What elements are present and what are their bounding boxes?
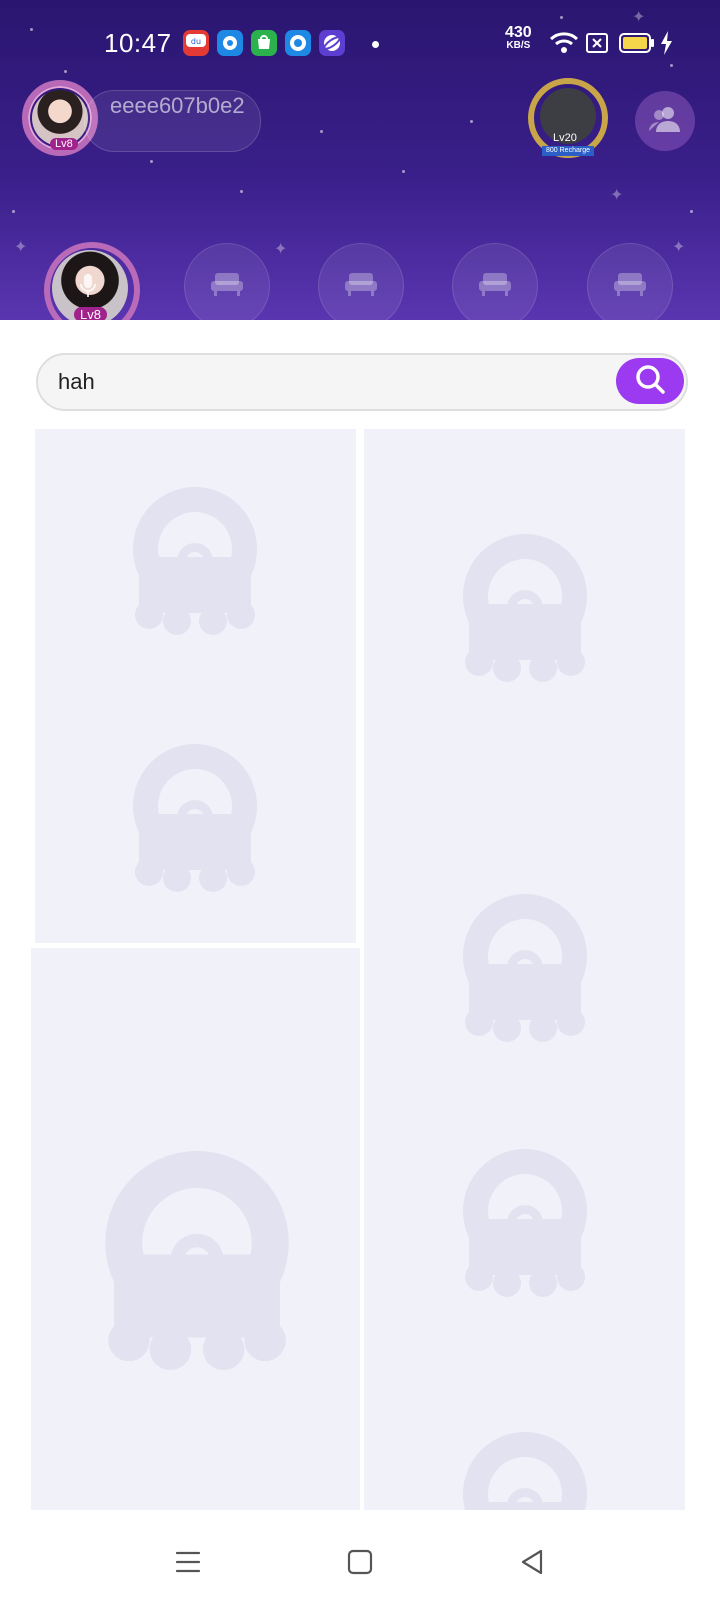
search-icon [633, 362, 667, 401]
star-decoration [150, 160, 153, 163]
sofa-icon [612, 271, 648, 302]
placeholder-image-icon [105, 1151, 289, 1373]
frame-level-badge: Lv20 [553, 132, 577, 144]
host-name: eeee607b0e2 [110, 93, 245, 118]
empty-seat[interactable] [184, 243, 270, 320]
home-square-icon [347, 1549, 373, 1580]
sparkle-decoration: ✦ [672, 239, 686, 256]
search-button[interactable] [616, 358, 684, 404]
result-tile[interactable] [364, 429, 685, 1510]
result-tile[interactable] [35, 429, 356, 943]
network-speed-unit: KB/S [506, 40, 531, 51]
recent-apps-button[interactable] [168, 1544, 208, 1584]
star-decoration [402, 170, 405, 173]
store-icon [251, 30, 277, 56]
sparkle-decoration: ✦ [610, 187, 624, 204]
mic-seat-1[interactable]: Lv8 [38, 236, 142, 320]
placeholder-image-icon [463, 894, 587, 1044]
users-icon [648, 104, 682, 139]
star-decoration [690, 210, 693, 213]
placeholder-image-icon [463, 1149, 587, 1299]
host-level-badge: Lv8 [50, 138, 78, 150]
battery-icon [619, 32, 655, 59]
star-decoration [240, 190, 243, 193]
sofa-icon [477, 271, 513, 302]
qq-browser-icon [285, 30, 311, 56]
seat-level-badge: Lv8 [74, 307, 107, 320]
room-header: ✦ ✦ ✦ ✦ ✦ 10:47 du 430 KB/S Lv8 eeee607b… [0, 0, 720, 320]
network-speed: 430 KB/S [505, 24, 532, 52]
sofa-icon [343, 271, 379, 302]
search-input[interactable] [58, 355, 578, 409]
empty-seat[interactable] [318, 243, 404, 320]
sparkle-decoration: ✦ [274, 241, 288, 258]
search-bar [36, 353, 688, 411]
system-navigation-bar [0, 1510, 720, 1600]
home-button[interactable] [340, 1544, 380, 1584]
empty-seat[interactable] [587, 243, 673, 320]
star-decoration [560, 16, 563, 19]
status-time: 10:47 [104, 28, 172, 58]
sim-off-icon [585, 32, 609, 59]
placeholder-image-icon [463, 1432, 587, 1510]
placeholder-image-icon [463, 534, 587, 684]
result-tile[interactable] [31, 948, 360, 1510]
sofa-icon [209, 271, 245, 302]
star-decoration [64, 70, 67, 73]
planet-icon [319, 30, 345, 56]
svg-text:du: du [191, 37, 201, 46]
wifi-icon [549, 30, 579, 61]
sparkle-decoration: ✦ [14, 239, 28, 256]
back-triangle-icon [519, 1548, 545, 1581]
network-speed-value: 430 [505, 24, 532, 41]
baidu-icon: du [183, 30, 209, 56]
user-list-button[interactable] [635, 91, 695, 151]
star-decoration [12, 210, 15, 213]
empty-seat[interactable] [452, 243, 538, 320]
star-decoration [320, 130, 323, 133]
microphone-icon [78, 272, 98, 305]
placeholder-image-icon [133, 487, 257, 637]
charging-icon [659, 30, 673, 61]
level-frame-avatar[interactable]: Lv20 800 Recharge [528, 78, 608, 158]
notification-dot [372, 41, 379, 48]
menu-icon [174, 1549, 202, 1580]
music-icon [217, 30, 243, 56]
star-decoration [470, 120, 473, 123]
frame-ribbon: 800 Recharge [542, 146, 594, 156]
placeholder-image-icon [133, 744, 257, 894]
back-button[interactable] [512, 1544, 552, 1584]
status-bar: 10:47 du 430 KB/S [0, 22, 720, 66]
